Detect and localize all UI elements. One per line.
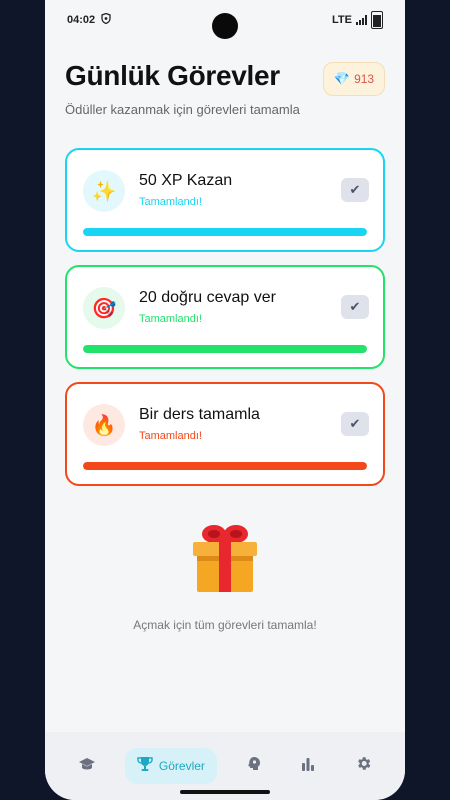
network-label: LTE bbox=[332, 14, 352, 26]
fire-icon: 🔥 bbox=[83, 404, 125, 446]
battery-icon bbox=[371, 11, 383, 29]
quest-status: Tamamlandı! bbox=[139, 313, 202, 325]
sparkles-icon: ✨ bbox=[83, 170, 125, 212]
phone-screen: 04:02 LTE Günlük Görevler Ödüller kazanm… bbox=[45, 0, 405, 800]
quest-card[interactable]: ✨ 50 XP Kazan Tamamlandı! ✔ bbox=[65, 148, 385, 252]
quest-progress-fill bbox=[83, 345, 367, 353]
quest-progress-fill bbox=[83, 462, 367, 470]
checkmark-icon: ✔ bbox=[341, 412, 369, 436]
quest-status: Tamamlandı! bbox=[139, 430, 202, 442]
quest-title: Bir ders tamamla bbox=[139, 406, 260, 423]
gift-icon[interactable] bbox=[188, 520, 262, 594]
quest-card[interactable]: 🎯 20 doğru cevap ver Tamamlandı! ✔ bbox=[65, 265, 385, 369]
gem-counter[interactable]: 💎 913 bbox=[323, 62, 385, 96]
home-indicator[interactable] bbox=[180, 790, 270, 794]
camera-cutout bbox=[212, 13, 238, 39]
nav-brain[interactable] bbox=[236, 748, 272, 784]
checkmark-icon: ✔ bbox=[341, 295, 369, 319]
quest-title: 50 XP Kazan bbox=[139, 172, 233, 189]
graduation-cap-icon bbox=[78, 757, 96, 776]
quest-progress-bar bbox=[83, 228, 367, 236]
quest-card[interactable]: 🔥 Bir ders tamamla Tamamlandı! ✔ bbox=[65, 382, 385, 486]
status-time: 04:02 bbox=[67, 14, 96, 26]
gem-count: 913 bbox=[354, 72, 375, 86]
nav-settings[interactable] bbox=[345, 748, 382, 784]
nav-quests[interactable]: Görevler bbox=[124, 748, 217, 784]
quest-title: 20 doğru cevap ver bbox=[139, 289, 276, 306]
quest-progress-bar bbox=[83, 462, 367, 470]
target-icon: 🎯 bbox=[83, 287, 125, 329]
nav-quests-label: Görevler bbox=[158, 759, 205, 773]
brain-icon bbox=[246, 756, 262, 777]
checkmark-icon: ✔ bbox=[341, 178, 369, 202]
nav-stats[interactable] bbox=[290, 748, 326, 784]
shield-icon bbox=[101, 12, 111, 27]
quest-progress-fill bbox=[83, 228, 367, 236]
signal-icon bbox=[356, 15, 367, 25]
quest-status: Tamamlandı! bbox=[139, 196, 202, 208]
bar-chart-icon bbox=[300, 756, 316, 777]
gem-icon: 💎 bbox=[333, 71, 351, 86]
quest-progress-bar bbox=[83, 345, 367, 353]
reward-hint: Açmak için tüm görevleri tamamla! bbox=[133, 618, 317, 632]
nav-learn[interactable] bbox=[68, 748, 106, 784]
gear-icon bbox=[355, 755, 372, 777]
page-subtitle: Ödüller kazanmak için görevleri tamamla bbox=[65, 102, 300, 117]
trophy-icon bbox=[137, 756, 153, 777]
